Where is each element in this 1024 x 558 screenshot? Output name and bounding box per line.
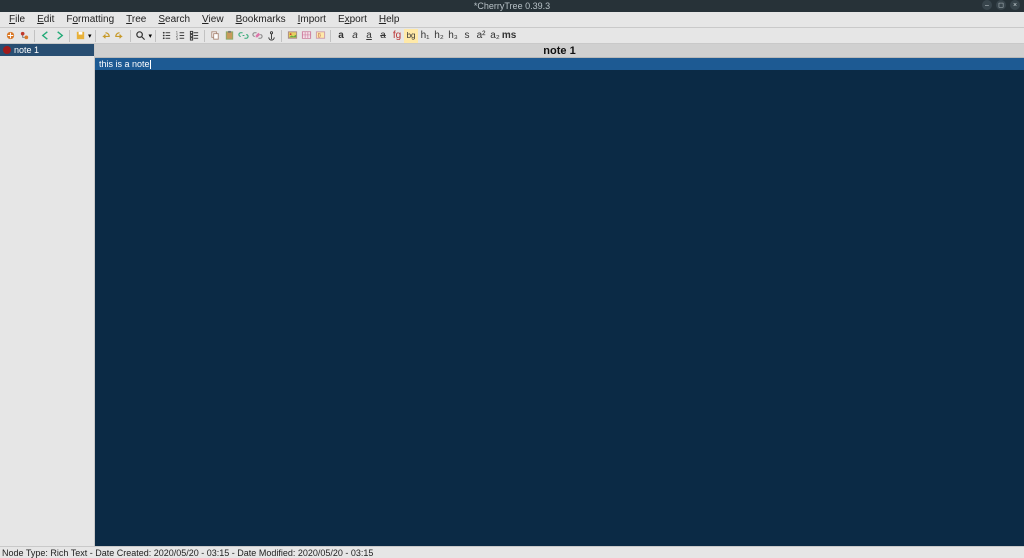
main-area: note 1 note 1 this is a note bbox=[0, 44, 1024, 546]
window-minimize-button[interactable]: – bbox=[982, 0, 992, 10]
menu-tree[interactable]: Tree bbox=[121, 13, 151, 26]
nav-forward-icon[interactable] bbox=[52, 29, 66, 43]
menubar: File Edit Formatting Tree Search View Bo… bbox=[0, 12, 1024, 28]
content-area: note 1 this is a note bbox=[95, 44, 1024, 546]
save-dropdown-icon[interactable]: ▾ bbox=[88, 32, 92, 40]
menu-view[interactable]: View bbox=[197, 13, 229, 26]
toolbar: ▾ ▾ 123 {} a a a a fg bg h₁ h₂ h₃ s a² a… bbox=[0, 28, 1024, 44]
menu-formatting[interactable]: Formatting bbox=[61, 13, 119, 26]
strike-icon[interactable]: a bbox=[376, 29, 390, 43]
window-title: *CherryTree 0.39.3 bbox=[474, 1, 550, 11]
underline-icon[interactable]: a bbox=[362, 29, 376, 43]
tree-node[interactable]: note 1 bbox=[0, 44, 94, 56]
save-icon[interactable] bbox=[73, 29, 87, 43]
number-list-icon[interactable]: 123 bbox=[173, 29, 187, 43]
paste-icon[interactable] bbox=[222, 29, 236, 43]
menu-file[interactable]: File bbox=[4, 13, 30, 26]
menu-help[interactable]: Help bbox=[374, 13, 405, 26]
svg-text:{}: {} bbox=[317, 32, 321, 37]
add-child-node-icon[interactable] bbox=[17, 29, 31, 43]
statusbar: Node Type: Rich Text - Date Created: 202… bbox=[0, 546, 1024, 558]
fg-color-icon[interactable]: fg bbox=[390, 29, 404, 43]
table-icon[interactable] bbox=[299, 29, 313, 43]
tree-node-label: note 1 bbox=[14, 45, 39, 55]
italic-icon[interactable]: a bbox=[348, 29, 362, 43]
find-dropdown-icon[interactable]: ▾ bbox=[149, 32, 153, 40]
link-icon[interactable] bbox=[236, 29, 250, 43]
anchor-icon[interactable] bbox=[264, 29, 278, 43]
bg-color-icon[interactable]: bg bbox=[404, 29, 418, 43]
editor[interactable]: this is a note bbox=[95, 58, 1024, 546]
find-icon[interactable] bbox=[134, 29, 148, 43]
menu-export[interactable]: Export bbox=[333, 13, 372, 26]
redo-icon[interactable] bbox=[113, 29, 127, 43]
bold-icon[interactable]: a bbox=[334, 29, 348, 43]
node-header-title: note 1 bbox=[543, 45, 575, 57]
svg-text:3: 3 bbox=[175, 37, 177, 41]
nav-back-icon[interactable] bbox=[38, 29, 52, 43]
link-edit-icon[interactable] bbox=[250, 29, 264, 43]
node-header: note 1 bbox=[95, 44, 1024, 58]
editor-text: this is a note bbox=[99, 59, 150, 69]
h1-icon[interactable]: h₁ bbox=[418, 29, 432, 43]
undo-icon[interactable] bbox=[99, 29, 113, 43]
menu-search[interactable]: Search bbox=[153, 13, 195, 26]
copy-icon[interactable] bbox=[208, 29, 222, 43]
h3-icon[interactable]: h₃ bbox=[446, 29, 460, 43]
editor-line[interactable]: this is a note bbox=[95, 58, 1024, 70]
small-icon[interactable]: s bbox=[460, 29, 474, 43]
menu-import[interactable]: Import bbox=[293, 13, 331, 26]
status-text: Node Type: Rich Text - Date Created: 202… bbox=[2, 548, 373, 558]
subscript-icon[interactable]: a₂ bbox=[488, 29, 502, 43]
todo-list-icon[interactable] bbox=[187, 29, 201, 43]
add-node-icon[interactable] bbox=[3, 29, 17, 43]
menu-bookmarks[interactable]: Bookmarks bbox=[231, 13, 291, 26]
image-icon[interactable] bbox=[285, 29, 299, 43]
superscript-icon[interactable]: a² bbox=[474, 29, 488, 43]
h2-icon[interactable]: h₂ bbox=[432, 29, 446, 43]
monospace-icon[interactable]: ms bbox=[502, 29, 516, 43]
node-icon bbox=[3, 46, 11, 54]
tree-sidebar[interactable]: note 1 bbox=[0, 44, 95, 546]
menu-edit[interactable]: Edit bbox=[32, 13, 59, 26]
text-caret bbox=[150, 60, 151, 69]
window-titlebar: *CherryTree 0.39.3 – ◻ × bbox=[0, 0, 1024, 12]
window-maximize-button[interactable]: ◻ bbox=[996, 0, 1006, 10]
bullet-list-icon[interactable] bbox=[159, 29, 173, 43]
window-close-button[interactable]: × bbox=[1010, 0, 1020, 10]
codebox-icon[interactable]: {} bbox=[313, 29, 327, 43]
